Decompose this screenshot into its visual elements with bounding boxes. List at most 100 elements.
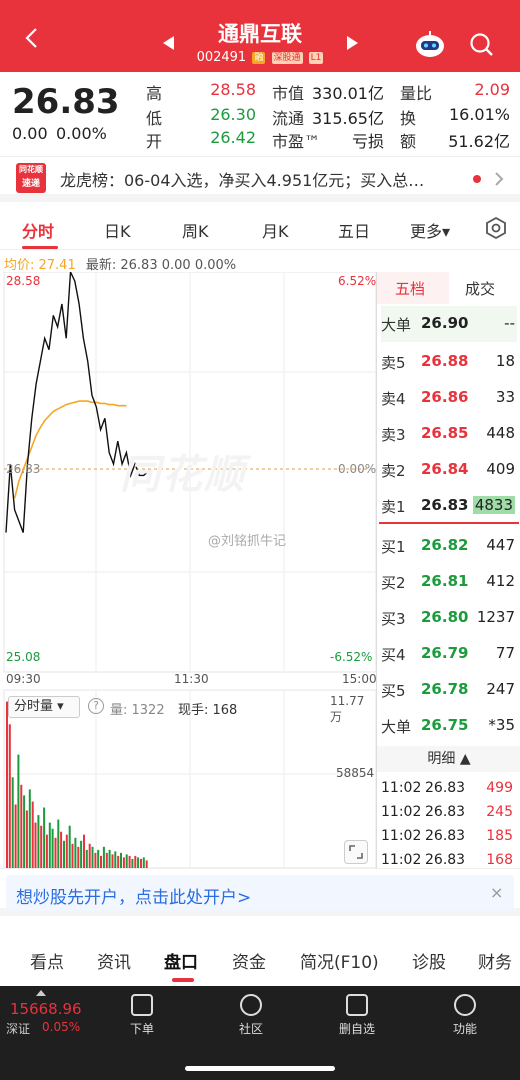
- volume-bar: [60, 831, 63, 868]
- high-label: 高: [146, 84, 163, 103]
- quote-panel: 26.83 0.00 0.00% 高 28.58 低 26.30 开 26.42…: [0, 72, 520, 156]
- tab-highlights[interactable]: 看点: [30, 948, 64, 973]
- price-change: 0.00: [12, 124, 48, 143]
- tick-volume: 185: [486, 828, 513, 844]
- buy-level-row[interactable]: 买3 26.80 1237: [381, 600, 517, 636]
- big-buy-vol: *35: [488, 716, 515, 734]
- dock-order-button[interactable]: 下单: [112, 994, 172, 1037]
- detail-toggle[interactable]: 明细 ▲: [377, 746, 520, 772]
- help-icon[interactable]: ?: [88, 698, 104, 714]
- tab-five-day[interactable]: 五日: [338, 218, 370, 242]
- watermark-logo: 同花顺: [120, 452, 246, 498]
- volume-bar: [105, 852, 108, 868]
- buy-level-volume: 412: [486, 572, 515, 590]
- big-sell-vol: --: [504, 314, 515, 332]
- order-doc-icon: [131, 994, 153, 1016]
- volume-bar: [28, 789, 31, 868]
- buy-level-label: 买4: [381, 646, 406, 664]
- volume-bar: [68, 825, 71, 868]
- sell-level-label: 卖1: [381, 498, 406, 516]
- volume-bar: [137, 857, 140, 868]
- tab-five-levels[interactable]: 五档: [395, 278, 425, 299]
- buy-level-row[interactable]: 买2 26.81 412: [381, 564, 517, 600]
- buy-level-label: 买5: [381, 682, 406, 700]
- trade-tick-row: 11:02 26.83 245: [381, 800, 517, 824]
- pct-axis-mid: 0.00%: [338, 462, 377, 476]
- intraday-chart-svg: [3, 269, 377, 869]
- tab-daily-k[interactable]: 日K: [104, 218, 131, 242]
- big-buy-row: 大单 26.75 *35: [381, 708, 517, 744]
- volume-bar: [80, 840, 83, 868]
- price-axis-top: 28.58: [6, 274, 41, 288]
- tab-diagnosis[interactable]: 诊股: [412, 948, 446, 973]
- volume-bar: [140, 858, 142, 868]
- robot-assistant-icon[interactable]: [414, 30, 446, 58]
- next-stock-icon[interactable]: [347, 36, 358, 50]
- open-label: 开: [146, 132, 163, 151]
- tab-news[interactable]: 资讯: [97, 948, 131, 973]
- tab-fund-flow[interactable]: 资金: [232, 948, 266, 973]
- volume-bar: [94, 852, 97, 868]
- volume-bar: [114, 851, 117, 868]
- current-price: 26.83: [12, 82, 120, 122]
- open-value: 26.42: [210, 128, 256, 147]
- tab-more[interactable]: 更多▾: [410, 218, 450, 242]
- sell-level-price: 26.84: [421, 460, 469, 478]
- amount-label: 额: [400, 132, 417, 151]
- amount-value: 51.62亿: [448, 132, 510, 151]
- tab-monthly-k[interactable]: 月K: [262, 218, 289, 242]
- volume-axis-mid: 58854: [336, 766, 375, 780]
- promo-text[interactable]: 想炒股先开户，点击此处开户>: [16, 883, 251, 908]
- dock-remove-watchlist-button[interactable]: 删自选: [327, 994, 387, 1037]
- sell-level-row[interactable]: 卖3 26.85 448: [381, 416, 517, 452]
- volume-bar: [37, 815, 40, 868]
- volratio-value: 2.09: [474, 80, 510, 99]
- trade-tick-row: 11:02 26.83 499: [381, 776, 517, 800]
- volratio-label: 量比: [400, 84, 433, 103]
- buy-level-row[interactable]: 买1 26.82 447: [381, 528, 517, 564]
- tab-trades[interactable]: 成交: [465, 278, 495, 299]
- search-icon[interactable]: [469, 32, 495, 58]
- fullscreen-icon[interactable]: [344, 840, 368, 864]
- sell-level-row[interactable]: 卖1 26.83 4833: [381, 488, 517, 524]
- buy-level-row[interactable]: 买5 26.78 247: [381, 672, 517, 708]
- intraday-chart[interactable]: 28.58 26.83 25.08 6.52% 0.00% -6.52% 09:…: [0, 269, 377, 869]
- buy-level-row[interactable]: 买4 26.79 77: [381, 636, 517, 672]
- tick-price: 26.83: [425, 804, 466, 820]
- settings-hexagon-icon[interactable]: [484, 216, 508, 240]
- volume-bar: [83, 834, 85, 868]
- tick-volume: 168: [486, 852, 513, 868]
- buy-level-volume: 447: [486, 536, 515, 554]
- volume-bar: [128, 855, 131, 868]
- volume-bar: [40, 825, 43, 868]
- mktcap-value: 330.01亿: [312, 84, 384, 103]
- volume-bar: [63, 840, 65, 868]
- volume-bar: [17, 754, 20, 868]
- news-text: 龙虎榜：06-04入选，净买入4.951亿元；买入总…: [60, 171, 425, 190]
- promo-close-icon[interactable]: ×: [490, 883, 503, 902]
- price-change-pct: 0.00%: [56, 124, 107, 143]
- buy-level-price: 26.78: [421, 680, 469, 698]
- tick-price: 26.83: [425, 780, 466, 796]
- dragon-tiger-news[interactable]: 同花顺 速递 龙虎榜：06-04入选，净买入4.951亿元；买入总…: [0, 156, 520, 202]
- sell-level-row[interactable]: 卖5 26.88 18: [381, 344, 517, 380]
- volume-bar: [54, 837, 57, 868]
- tab-f10[interactable]: 简况(F10): [300, 948, 379, 973]
- tab-financials[interactable]: 财务: [478, 948, 512, 973]
- tab-intraday[interactable]: 分时: [22, 218, 54, 242]
- volume-bar: [43, 807, 46, 868]
- sell-level-row[interactable]: 卖2 26.84 409: [381, 452, 517, 488]
- index-ticker[interactable]: [0, 986, 88, 1046]
- tab-weekly-k[interactable]: 周K: [182, 218, 209, 242]
- time-label-open: 09:30: [6, 672, 41, 686]
- sell-level-row[interactable]: 卖4 26.86 33: [381, 380, 517, 416]
- level1-tag: L1: [308, 51, 324, 64]
- dock-community-button[interactable]: 社区: [221, 994, 281, 1037]
- tab-orderbook[interactable]: 盘口: [164, 948, 198, 973]
- dock-functions-button[interactable]: 功能: [435, 994, 495, 1037]
- volume-axis-max: 11.77万: [330, 694, 365, 724]
- volume-bar: [102, 846, 105, 868]
- volume-type-dropdown[interactable]: 分时量 ▾: [8, 696, 80, 718]
- sell-level-price: 26.86: [421, 388, 469, 406]
- big-buy-price: 26.75: [421, 716, 469, 734]
